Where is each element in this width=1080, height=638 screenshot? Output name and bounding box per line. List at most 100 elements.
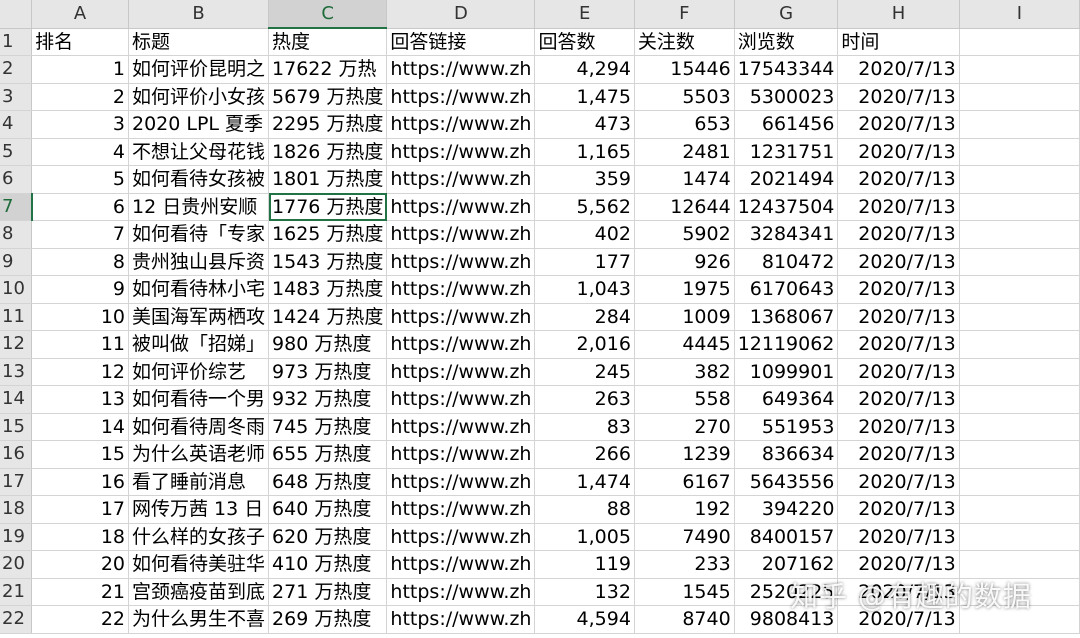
cell-b[interactable]: 如何评价综艺	[128, 358, 270, 386]
row-header[interactable]: 13	[0, 358, 33, 386]
cell-g[interactable]: 5643556	[734, 468, 839, 496]
cell-i[interactable]	[959, 220, 1080, 249]
cell-c[interactable]: 1625 万热度	[268, 220, 388, 249]
cell-f[interactable]: 926	[634, 248, 735, 276]
cell-g[interactable]: 6170643	[734, 275, 839, 304]
cell-g[interactable]: 12119062	[734, 330, 839, 359]
cell-f[interactable]: 653	[634, 110, 735, 139]
cell-c[interactable]: 973 万热度	[268, 358, 388, 386]
cell-a[interactable]: 15	[31, 440, 129, 469]
cell-e[interactable]: 266	[534, 440, 635, 469]
cell-i[interactable]	[959, 165, 1080, 194]
row-header[interactable]: 19	[0, 523, 33, 551]
cell-c[interactable]: 5679 万热度	[268, 83, 388, 111]
row-header[interactable]: 3	[0, 83, 33, 111]
cell-f[interactable]: 558	[634, 385, 735, 414]
cell-d[interactable]: https://www.zh	[386, 275, 536, 304]
cell-a[interactable]: 5	[31, 165, 129, 194]
cell-h[interactable]: 2020/7/13	[837, 220, 960, 249]
cell-f[interactable]: 1239	[634, 440, 735, 469]
cell-d[interactable]: https://www.zh	[386, 110, 536, 139]
cell-f[interactable]: 4445	[634, 330, 735, 359]
cell-c[interactable]: 1801 万热度	[268, 165, 388, 194]
cell-h[interactable]: 2020/7/13	[837, 248, 960, 276]
cell-c[interactable]: 热度	[268, 28, 388, 56]
row-header[interactable]: 16	[0, 440, 33, 469]
cell-e[interactable]: 1,005	[534, 523, 635, 551]
row-header[interactable]: 5	[0, 138, 33, 166]
cell-b[interactable]: 如何看待「专家	[128, 220, 270, 249]
cell-a[interactable]: 2	[31, 83, 129, 111]
cell-g[interactable]: 661456	[734, 110, 839, 139]
row-header[interactable]: 11	[0, 303, 33, 331]
select-all-corner[interactable]	[0, 0, 33, 29]
cell-f[interactable]: 2481	[634, 138, 735, 166]
cell-d[interactable]: https://www.zh	[386, 440, 536, 469]
row-header[interactable]: 18	[0, 495, 33, 524]
cell-d[interactable]: https://www.zh	[386, 495, 536, 524]
cell-e[interactable]: 402	[534, 220, 635, 249]
cell-h[interactable]: 2020/7/13	[837, 83, 960, 111]
cell-h[interactable]: 2020/7/13	[837, 110, 960, 139]
cell-a[interactable]: 3	[31, 110, 129, 139]
row-header[interactable]: 2	[0, 55, 33, 84]
cell-a[interactable]: 22	[31, 605, 129, 634]
column-header-f[interactable]: F	[634, 0, 735, 29]
column-header-e[interactable]: E	[534, 0, 635, 29]
cell-f[interactable]: 5902	[634, 220, 735, 249]
cell-h[interactable]: 2020/7/13	[837, 55, 960, 84]
row-header[interactable]: 4	[0, 110, 33, 139]
cell-i[interactable]	[959, 440, 1080, 469]
cell-g[interactable]: 810472	[734, 248, 839, 276]
cell-h[interactable]: 2020/7/13	[837, 193, 960, 221]
cell-b[interactable]: 为什么男生不喜	[128, 605, 270, 634]
cell-h[interactable]: 2020/7/13	[837, 358, 960, 386]
cell-g[interactable]: 5300023	[734, 83, 839, 111]
cell-d[interactable]: 回答链接	[386, 28, 536, 56]
cell-c[interactable]: 980 万热度	[268, 330, 388, 359]
cell-g[interactable]: 836634	[734, 440, 839, 469]
cell-e[interactable]: 4,594	[534, 605, 635, 634]
cell-e[interactable]: 245	[534, 358, 635, 386]
cell-g[interactable]: 12437504	[734, 193, 839, 221]
cell-c[interactable]: 271 万热度	[268, 578, 388, 606]
cell-h[interactable]: 2020/7/13	[837, 138, 960, 166]
cell-c[interactable]: 17622 万热	[268, 55, 388, 84]
cell-i[interactable]	[959, 468, 1080, 496]
cell-b[interactable]: 宫颈癌疫苗到底	[128, 578, 270, 606]
cell-e[interactable]: 5,562	[534, 193, 635, 221]
row-header[interactable]: 8	[0, 220, 33, 249]
cell-h[interactable]: 2020/7/13	[837, 330, 960, 359]
cell-e[interactable]: 284	[534, 303, 635, 331]
cell-i[interactable]	[959, 413, 1080, 441]
cell-f[interactable]: 7490	[634, 523, 735, 551]
cell-a[interactable]: 10	[31, 303, 129, 331]
cell-c[interactable]: 2295 万热度	[268, 110, 388, 139]
cell-e[interactable]: 83	[534, 413, 635, 441]
cell-i[interactable]	[959, 193, 1080, 221]
cell-i[interactable]	[959, 138, 1080, 166]
cell-b[interactable]: 如何看待林小宅	[128, 275, 270, 304]
cell-b[interactable]: 网传万茜 13 日	[128, 495, 270, 524]
cell-i[interactable]	[959, 495, 1080, 524]
row-header[interactable]: 6	[0, 165, 33, 194]
cell-a[interactable]: 11	[31, 330, 129, 359]
cell-i[interactable]	[959, 385, 1080, 414]
cell-b[interactable]: 被叫做「招娣」	[128, 330, 270, 359]
cell-f[interactable]: 1474	[634, 165, 735, 194]
row-header[interactable]: 12	[0, 330, 33, 359]
cell-c[interactable]: 745 万热度	[268, 413, 388, 441]
cell-c[interactable]: 269 万热度	[268, 605, 388, 634]
cell-d[interactable]: https://www.zh	[386, 248, 536, 276]
cell-c[interactable]: 655 万热度	[268, 440, 388, 469]
row-header[interactable]: 20	[0, 550, 33, 579]
cell-d[interactable]: https://www.zh	[386, 138, 536, 166]
column-header-g[interactable]: G	[734, 0, 839, 29]
row-header[interactable]: 1	[0, 28, 33, 56]
cell-h[interactable]: 时间	[837, 28, 960, 56]
cell-b[interactable]: 如何评价昆明之	[128, 55, 270, 84]
cell-b[interactable]: 如何评价小女孩	[128, 83, 270, 111]
cell-a[interactable]: 17	[31, 495, 129, 524]
cell-b[interactable]: 标题	[128, 28, 270, 56]
cell-d[interactable]: https://www.zh	[386, 605, 536, 634]
